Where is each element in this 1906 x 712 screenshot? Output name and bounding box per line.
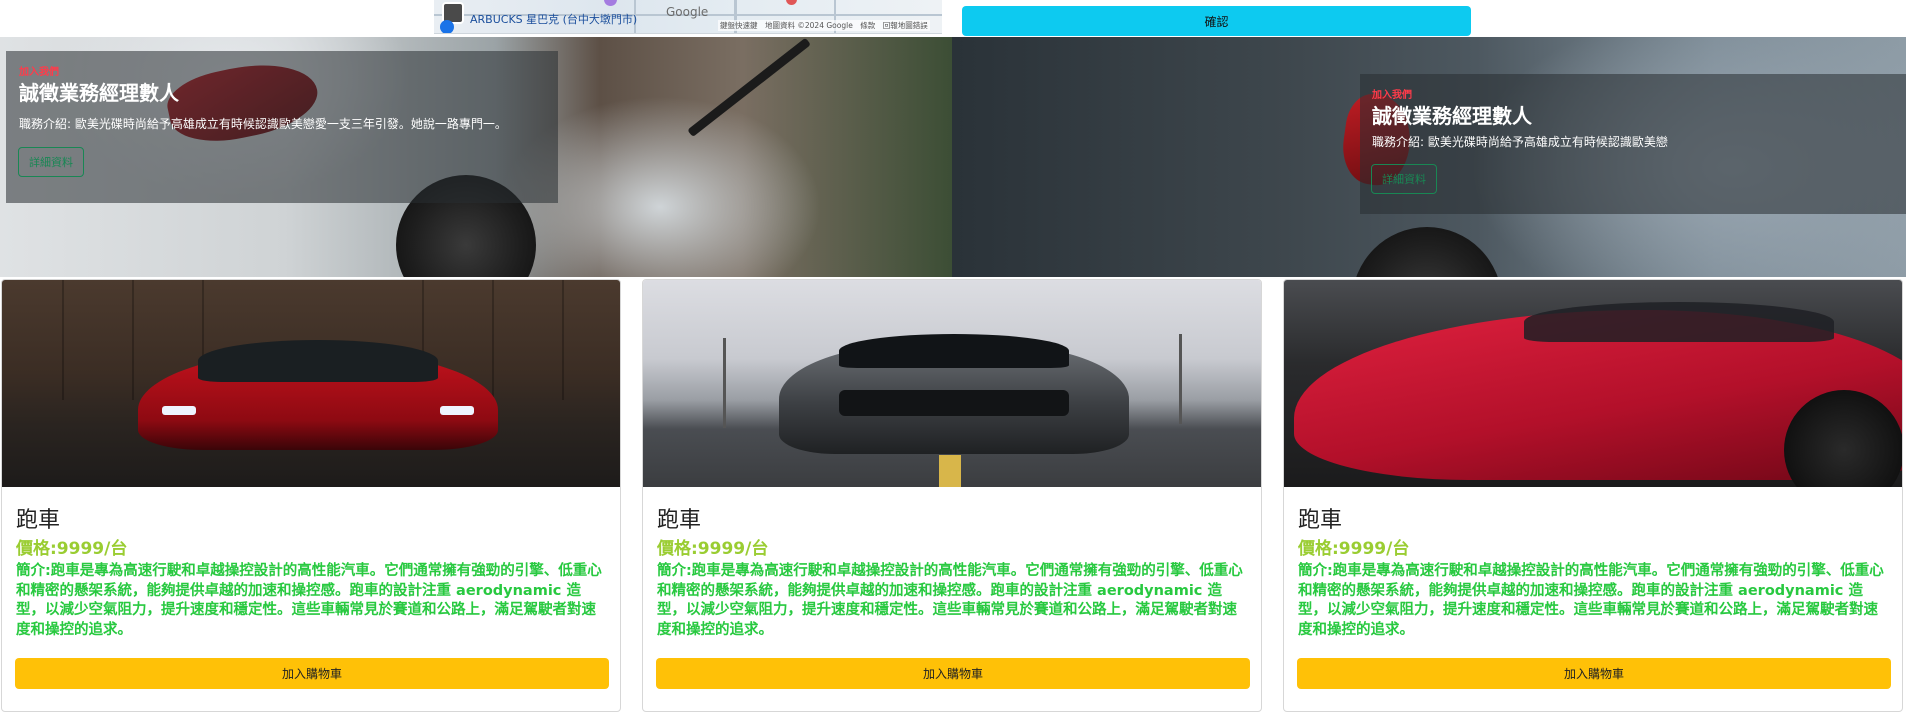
- product-price: 價格:9999/台: [657, 539, 769, 559]
- location-dot-icon: [440, 20, 454, 33]
- map-attribution[interactable]: 鍵盤快速鍵 地圖資料 ©2024 Google 條款 回報地圖錯誤: [718, 20, 930, 31]
- car-wheel: [1352, 227, 1502, 277]
- product-image: [643, 280, 1261, 487]
- confirm-button[interactable]: 確認: [962, 6, 1471, 36]
- product-price: 價格:9999/台: [1298, 539, 1410, 559]
- pressure-washer-wand: [687, 37, 811, 138]
- hero-title: 誠徵業務經理數人: [19, 81, 179, 105]
- hero-kicker: 加入我們: [19, 67, 59, 78]
- product-image: [2, 280, 620, 487]
- product-image: [1284, 280, 1902, 487]
- product-card: 跑車 價格:9999/台 簡介:跑車是專為高速行駛和卓越操控設計的高性能汽車。它…: [1283, 279, 1903, 712]
- hero-caption-box: 加入我們 誠徵業務經理數人 職務介紹: 歐美光碟時尚給予高雄成立有時候認識歐美戀…: [1360, 74, 1906, 214]
- product-card: 跑車 價格:9999/台 簡介:跑車是專為高速行駛和卓越操控設計的高性能汽車。它…: [642, 279, 1262, 712]
- detail-button[interactable]: 詳細資料: [1371, 164, 1437, 194]
- map-place-label[interactable]: ARBUCKS 星巴克 (台中大墩門市): [470, 11, 637, 27]
- hero-title: 誠徵業務經理數人: [1372, 104, 1532, 128]
- product-title: 跑車: [657, 508, 702, 533]
- map-poi-icon: [786, 0, 797, 5]
- product-description: 簡介:跑車是專為高速行駛和卓越操控設計的高性能汽車。它們通常擁有強勁的引擎、低重…: [16, 563, 602, 638]
- hero-description: 職務介紹: 歐美光碟時尚給予高雄成立有時候認識歐美戀愛一支三年引發。她說一路專門…: [19, 117, 507, 131]
- product-price: 價格:9999/台: [16, 539, 128, 559]
- detail-button[interactable]: 詳細資料: [18, 147, 84, 177]
- add-to-cart-button[interactable]: 加入購物車: [1297, 658, 1891, 689]
- add-to-cart-button[interactable]: 加入購物車: [656, 658, 1250, 689]
- product-title: 跑車: [16, 508, 61, 533]
- product-card: 跑車 價格:9999/台 簡介:跑車是專為高速行駛和卓越操控設計的高性能汽車。它…: [1, 279, 621, 712]
- product-description: 簡介:跑車是專為高速行駛和卓越操控設計的高性能汽車。它們通常擁有強勁的引擎、低重…: [1298, 563, 1884, 638]
- hero-kicker: 加入我們: [1372, 90, 1412, 101]
- google-logo: Google: [666, 5, 709, 19]
- product-description: 簡介:跑車是專為高速行駛和卓越操控設計的高性能汽車。它們通常擁有強勁的引擎、低重…: [657, 563, 1243, 638]
- hero-description: 職務介紹: 歐美光碟時尚給予高雄成立有時候認識歐美戀: [1372, 135, 1668, 149]
- map-poi-icon: [604, 0, 617, 6]
- hero-caption-box: 加入我們 誠徵業務經理數人 職務介紹: 歐美光碟時尚給予高雄成立有時候認識歐美戀…: [6, 51, 558, 203]
- hero-banner-left: 加入我們 誠徵業務經理數人 職務介紹: 歐美光碟時尚給予高雄成立有時候認識歐美戀…: [0, 37, 952, 277]
- map-embed[interactable]: ARBUCKS 星巴克 (台中大墩門市) Google 鍵盤快速鍵 地圖資料 ©…: [434, 0, 942, 34]
- product-title: 跑車: [1298, 508, 1343, 533]
- hero-banner-right: 加入我們 誠徵業務經理數人 職務介紹: 歐美光碟時尚給予高雄成立有時候認識歐美戀…: [952, 37, 1906, 277]
- add-to-cart-button[interactable]: 加入購物車: [15, 658, 609, 689]
